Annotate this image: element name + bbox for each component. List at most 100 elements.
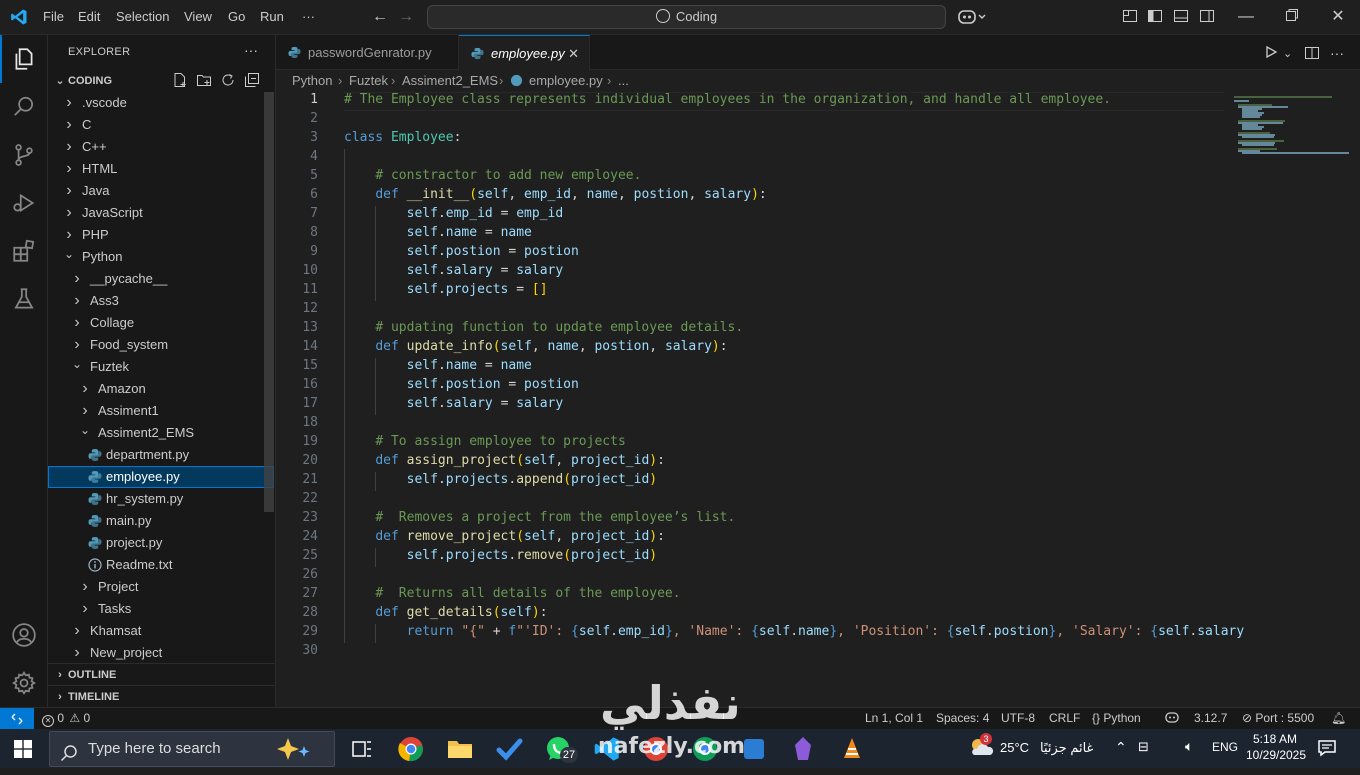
code-line[interactable]: self.postion = postion bbox=[344, 244, 579, 259]
minimize-icon[interactable]: — bbox=[1237, 8, 1255, 26]
restore-icon[interactable] bbox=[1283, 8, 1301, 26]
code-line[interactable]: class Employee: bbox=[344, 130, 461, 145]
new-file-icon[interactable] bbox=[172, 72, 188, 88]
todo-app-icon[interactable] bbox=[495, 735, 523, 763]
indentation-spaces[interactable]: Spaces: 4 bbox=[936, 708, 989, 729]
split-editor-icon[interactable] bbox=[1304, 45, 1320, 64]
notifications-bell-icon[interactable]: 🔔︎ bbox=[1331, 708, 1346, 729]
toggle-panel-icon[interactable] bbox=[1172, 8, 1190, 26]
menu-selection[interactable]: Selection bbox=[116, 9, 169, 24]
source-control-icon[interactable] bbox=[0, 131, 48, 179]
breadcrumb-symbols[interactable]: ... bbox=[618, 70, 629, 92]
explorer-activity-icon[interactable] bbox=[0, 35, 48, 83]
menu-view[interactable]: View bbox=[184, 9, 212, 24]
weather-condition[interactable]: غائم جزئيًا bbox=[1040, 740, 1093, 756]
workspace-section-header[interactable]: ⌄ CODING bbox=[48, 70, 276, 92]
breadcrumb-assiment2-ems[interactable]: Assiment2_EMS bbox=[402, 70, 498, 92]
tab-employee[interactable]: employee.py ✕ bbox=[459, 35, 590, 70]
tree-folder-new-project[interactable]: › New_project bbox=[48, 642, 264, 664]
close-tab-icon[interactable]: ✕ bbox=[568, 36, 579, 71]
problems-indicator[interactable]: ✕ 0 ⚠ 0 bbox=[42, 708, 90, 729]
code-line[interactable]: def remove_project(self, project_id): bbox=[344, 529, 665, 544]
menu-more[interactable]: ··· bbox=[302, 9, 315, 24]
copilot-status-icon[interactable] bbox=[1165, 708, 1179, 729]
code-line[interactable]: # Removes a project from the employee’s … bbox=[344, 510, 735, 525]
run-options-chevron-icon[interactable]: ⌄ bbox=[1283, 47, 1292, 60]
code-line[interactable]: self.name = name bbox=[344, 225, 532, 240]
code-line[interactable]: def get_details(self): bbox=[344, 605, 547, 620]
toggle-primary-sidebar-icon[interactable] bbox=[1146, 8, 1164, 26]
windows-start-icon[interactable] bbox=[14, 740, 32, 763]
code-line[interactable]: def assign_project(self, project_id): bbox=[344, 453, 665, 468]
end-of-line[interactable]: CRLF bbox=[1049, 708, 1080, 729]
language-mode[interactable]: {} Python bbox=[1092, 708, 1141, 729]
code-line[interactable]: # Returns all details of the employee. bbox=[344, 586, 680, 601]
menu-go[interactable]: Go bbox=[228, 9, 245, 24]
sidebar-scrollbar[interactable] bbox=[264, 92, 274, 512]
tree-folder-fuztek[interactable]: ⌄ Fuztek bbox=[48, 356, 264, 378]
minimap[interactable] bbox=[1224, 92, 1360, 707]
chrome-profile-app-icon[interactable] bbox=[642, 735, 670, 763]
code-line[interactable]: self.emp_id = emp_id bbox=[344, 206, 564, 221]
tree-folder-vscode[interactable]: › .vscode bbox=[48, 92, 264, 114]
forward-arrow-icon[interactable]: → bbox=[397, 8, 415, 26]
tree-folder-amazon[interactable]: › Amazon bbox=[48, 378, 264, 400]
code-line[interactable]: self.projects.remove(project_id) bbox=[344, 548, 658, 563]
tree-folder-c[interactable]: › C++ bbox=[48, 136, 264, 158]
menu-edit[interactable]: Edit bbox=[78, 9, 100, 24]
cursor-position[interactable]: Ln 1, Col 1 bbox=[865, 708, 923, 729]
tree-folder-php[interactable]: › PHP bbox=[48, 224, 264, 246]
input-language-indicator[interactable]: ENG bbox=[1212, 740, 1238, 754]
code-line[interactable]: return "{" + f"'ID': {self.emp_id}, 'Nam… bbox=[344, 624, 1245, 639]
word-app-icon[interactable] bbox=[740, 735, 768, 763]
tree-file-project-py[interactable]: project.py bbox=[48, 532, 264, 554]
whatsapp-app-icon[interactable]: 27 bbox=[544, 735, 578, 763]
new-folder-icon[interactable] bbox=[196, 72, 212, 88]
code-line[interactable]: self.name = name bbox=[344, 358, 532, 373]
notification-center-icon[interactable] bbox=[1317, 739, 1337, 762]
tree-file-main-py[interactable]: main.py bbox=[48, 510, 264, 532]
tree-folder-tasks[interactable]: › Tasks bbox=[48, 598, 264, 620]
python-interpreter-version[interactable]: 3.12.7 bbox=[1194, 708, 1227, 729]
code-line[interactable]: self.salary = salary bbox=[344, 263, 564, 278]
task-view-icon[interactable] bbox=[348, 735, 376, 763]
code-line[interactable]: # The Employee class represents individu… bbox=[344, 92, 1111, 107]
code-line[interactable]: # To assign employee to projects bbox=[344, 434, 625, 449]
refresh-icon[interactable] bbox=[220, 72, 236, 88]
tree-folder-javascript[interactable]: › JavaScript bbox=[48, 202, 264, 224]
code-line[interactable]: def update_info(self, name, postion, sal… bbox=[344, 339, 727, 354]
tree-folder-project[interactable]: › Project bbox=[48, 576, 264, 598]
testing-flask-icon[interactable] bbox=[0, 275, 48, 323]
network-icon[interactable]: ⊟ bbox=[1138, 739, 1149, 755]
volume-icon[interactable]: 🔈︎ bbox=[1185, 738, 1193, 755]
tree-folder-assiment2-ems[interactable]: ⌄ Assiment2_EMS bbox=[48, 422, 264, 444]
breadcrumb-employee[interactable]: employee.py bbox=[529, 70, 603, 92]
breadcrumb-fuztek[interactable]: Fuztek bbox=[349, 70, 388, 92]
extensions-icon[interactable] bbox=[0, 227, 48, 275]
live-server-port[interactable]: ⊘ Port : 5500 bbox=[1242, 708, 1314, 729]
code-editor[interactable]: 1 2 3 4 5 6 7 8 9 10 11 12 13 14 15 16 17 18 19 20 21 22 23 24 2… bbox=[276, 92, 1360, 707]
code-line[interactable]: self.salary = salary bbox=[344, 396, 564, 411]
code-line[interactable]: # constractor to add new employee. bbox=[344, 168, 641, 183]
tree-folder-c[interactable]: › C bbox=[48, 114, 264, 136]
weather-icon[interactable]: 3 bbox=[968, 733, 994, 764]
remote-indicator-icon[interactable] bbox=[0, 708, 34, 729]
tree-folder-ass3[interactable]: › Ass3 bbox=[48, 290, 264, 312]
obsidian-app-icon[interactable] bbox=[789, 735, 817, 763]
search-activity-icon[interactable] bbox=[0, 83, 48, 131]
run-python-file-icon[interactable] bbox=[1264, 45, 1278, 62]
taskbar-clock-date[interactable]: 10/29/2025 bbox=[1245, 748, 1307, 762]
taskbar-search-box[interactable]: Type here to search bbox=[49, 731, 335, 767]
tree-folder-collage[interactable]: › Collage bbox=[48, 312, 264, 334]
tree-folder-java[interactable]: › Java bbox=[48, 180, 264, 202]
breadcrumb-python[interactable]: Python bbox=[292, 70, 332, 92]
tree-file-readme-txt[interactable]: Readme.txt bbox=[48, 554, 264, 576]
tab-password-generator[interactable]: passwordGenrator.py bbox=[276, 35, 459, 70]
customize-layout-icon[interactable] bbox=[1121, 8, 1139, 26]
chrome-app-icon[interactable] bbox=[397, 735, 425, 763]
taskbar-clock-time[interactable]: 5:18 AM bbox=[1248, 732, 1302, 746]
tree-folder-python[interactable]: ⌄ Python bbox=[48, 246, 264, 268]
run-debug-icon[interactable] bbox=[0, 179, 48, 227]
tree-folder-pycache[interactable]: › __pycache__ bbox=[48, 268, 264, 290]
editor-more-actions[interactable]: ··· bbox=[1330, 45, 1344, 61]
